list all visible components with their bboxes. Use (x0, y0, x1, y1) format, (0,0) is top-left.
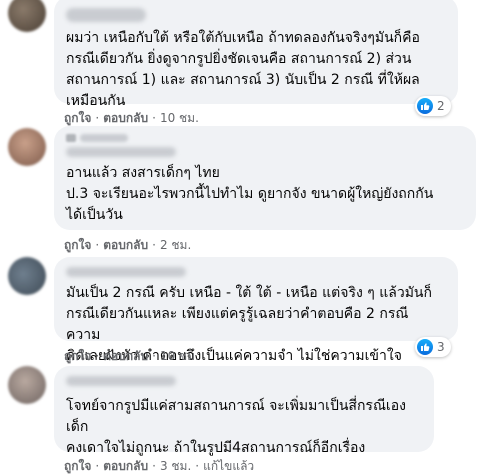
author-name-redacted[interactable] (66, 267, 186, 277)
avatar[interactable] (8, 128, 46, 166)
reaction-number: 3 (437, 340, 445, 354)
avatar[interactable] (8, 366, 46, 404)
comment-actions: ถูกใจ · ตอบกลับ · 10 ชม. (64, 347, 199, 366)
separator-dot: · (95, 349, 100, 363)
like-link[interactable]: ถูกใจ (64, 111, 91, 125)
comment-bubble: มันเป็น 2 กรณี ครับ เหนือ - ใต้ ใต้ - เห… (54, 257, 458, 364)
avatar[interactable] (8, 257, 46, 295)
separator-dot: · (195, 459, 200, 473)
comment-text: อานแล้ว สงสารเด็กๆ ไทย ป.3 จะเรียนอะไรพว… (66, 165, 434, 223)
comment-text: ผมว่า เหนือกับใต้ หรือใต้กับเหนือ ถ้าทดล… (66, 30, 420, 109)
comment-bubble: อานแล้ว สงสารเด็กๆ ไทย ป.3 จะเรียนอะไรพว… (54, 126, 476, 230)
timestamp[interactable]: 2 ชม. (160, 238, 191, 252)
reply-link[interactable]: ตอบกลับ (103, 349, 148, 363)
reaction-number: 2 (437, 99, 445, 113)
author-badge (66, 134, 464, 142)
separator-dot: · (95, 238, 100, 252)
badge-icon (66, 134, 76, 142)
separator-dot: · (95, 111, 100, 125)
timestamp[interactable]: 3 ชม. (160, 459, 191, 473)
author-name-redacted[interactable] (66, 376, 176, 386)
separator-dot: · (152, 459, 156, 473)
like-link[interactable]: ถูกใจ (64, 459, 91, 473)
thumbs-up-icon (417, 98, 433, 114)
timestamp[interactable]: 10 ชม. (160, 111, 199, 125)
reply-link[interactable]: ตอบกลับ (103, 111, 148, 125)
reply-link[interactable]: ตอบกลับ (103, 459, 148, 473)
reaction-count[interactable]: 3 (415, 337, 451, 357)
thumbs-up-icon (417, 339, 433, 355)
like-link[interactable]: ถูกใจ (64, 238, 91, 252)
comment-actions: ถูกใจ · ตอบกลับ · 3 ชม. · แก้ไขแล้ว (64, 457, 254, 476)
separator-dot: · (152, 349, 156, 363)
like-link[interactable]: ถูกใจ (64, 349, 91, 363)
timestamp[interactable]: 10 ชม. (160, 349, 199, 363)
separator-dot: · (152, 238, 156, 252)
avatar[interactable] (8, 0, 46, 32)
reaction-count[interactable]: 2 (415, 96, 451, 116)
edited-label[interactable]: แก้ไขแล้ว (203, 459, 254, 473)
author-name-redacted[interactable] (66, 147, 176, 157)
separator-dot: · (95, 459, 100, 473)
separator-dot: · (152, 111, 156, 125)
author-name-redacted[interactable] (66, 8, 146, 22)
comment-bubble: โจทย์จากรูปมีแค่สามสถานการณ์ จะเพิ่มมาเป… (54, 366, 434, 456)
comment-actions: ถูกใจ · ตอบกลับ · 2 ชม. (64, 236, 191, 255)
badge-text-redacted (80, 134, 128, 142)
reply-link[interactable]: ตอบกลับ (103, 238, 148, 252)
comment-bubble: ผมว่า เหนือกับใต้ หรือใต้กับเหนือ ถ้าทดล… (54, 0, 458, 109)
comment-text: โจทย์จากรูปมีแค่สามสถานการณ์ จะเพิ่มมาเป… (66, 398, 406, 456)
